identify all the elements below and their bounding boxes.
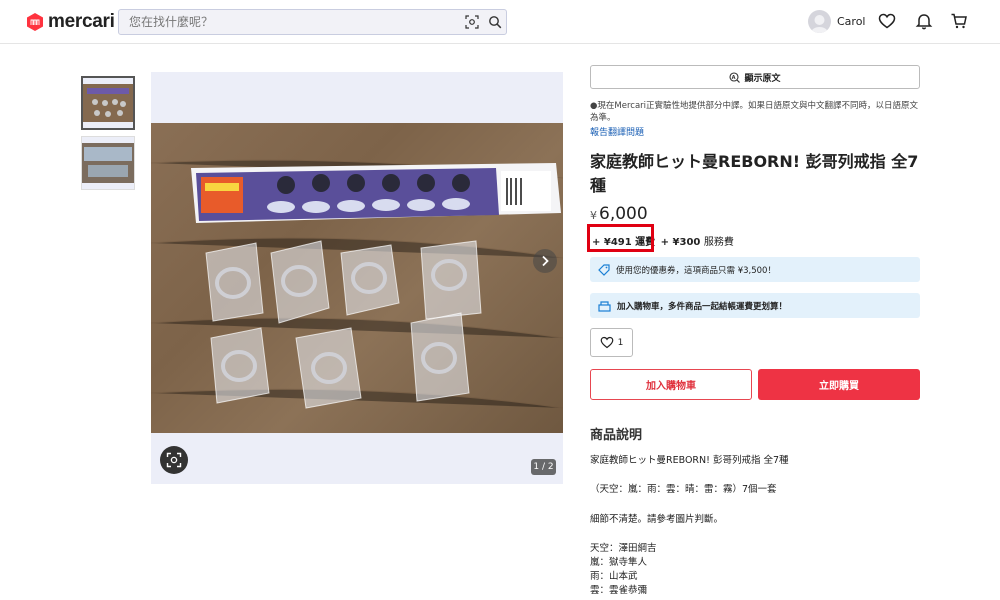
thumbnail-1-image [83,78,133,128]
show-original-button[interactable]: A 顯示原文 [590,65,920,89]
shipping-fee-highlight [587,224,654,252]
avatar [808,10,831,33]
description-line-6: 雨：山本武 [590,571,638,582]
product-photo [151,123,563,433]
report-translation-link[interactable]: 報告翻譯問題 [590,125,644,138]
product-photo-art [151,159,563,409]
user-menu[interactable]: Carol [808,10,866,33]
coupon-text: 使用您的優惠券，這項商品只需 ¥3,500！ [616,265,776,276]
image-lens-button[interactable] [160,446,188,474]
translate-icon: A [729,71,741,83]
main-product-image[interactable] [151,72,563,484]
translation-note: ●現在Mercari正實驗性地提供部分中譯。如果日語原文與中文翻譯不同時，以日語… [590,101,919,123]
search-input[interactable] [129,10,459,34]
bundle-box-icon [598,300,611,312]
search-icon[interactable] [488,15,502,29]
service-fee-label: 服務費 [703,237,734,248]
next-image-button[interactable] [533,249,557,273]
coupon-banner[interactable]: 使用您的優惠券，這項商品只需 ¥3,500！ [590,257,920,282]
description-line-7: 雲：雲雀恭彌 [590,585,648,596]
description-line-1: 家庭教師ヒット曼REBORN! 彭哥列戒指 全7種 [590,455,789,466]
logo-text: mercari [48,11,115,32]
mercari-logo[interactable]: mercari [26,11,115,33]
buy-now-button[interactable]: 立即購買 [758,369,920,400]
bell-icon[interactable] [915,12,933,30]
image-counter: 1 / 2 [531,459,556,475]
thumbnail-2-image [82,137,134,189]
mercari-logo-icon [27,13,43,31]
user-name: Carol [837,15,866,28]
svg-text:A: A [732,75,736,81]
description-line-4: 天空：澤田綱吉 [590,543,657,554]
top-header: mercari Carol [0,0,1000,44]
like-count: 1 [617,337,624,348]
cart-icon[interactable] [950,12,968,30]
heart-outline-icon [600,336,613,349]
description-line-2: （天空：嵐：雨：雲：晴：雷：霧）7個一套 [590,484,777,495]
coupon-tag-icon [598,263,610,276]
image-search-icon[interactable] [465,15,479,29]
price-currency: ¥ [590,209,597,222]
show-original-label: 顯示原文 [744,73,781,84]
description-line-5: 嵐：獄寺隼人 [590,557,648,568]
description-heading: 商品說明 [590,428,643,443]
chevron-right-icon [542,255,549,267]
scan-icon [166,452,182,468]
service-fee-amount: + ¥300 [660,237,701,248]
heart-icon[interactable] [878,12,896,30]
search-bar[interactable] [118,9,507,35]
thumbnail-2[interactable] [81,136,135,190]
product-title: 家庭教師ヒット曼REBORN! 彭哥列戒指 全7種 [590,152,919,195]
price-value: 6,000 [599,204,648,224]
add-to-cart-button[interactable]: 加入購物車 [590,369,752,400]
cart-bundle-banner: 加入購物車，多件商品一起結帳運費更划算！ [590,293,920,318]
thumbnail-1[interactable] [81,76,135,130]
like-button[interactable]: 1 [590,328,633,357]
product-price: ¥6,000 [590,204,648,224]
description-line-3: 細節不清楚。請參考圖片判斷。 [590,514,724,525]
cart-note: 加入購物車，多件商品一起結帳運費更划算！ [617,301,788,312]
avatar-face-icon [811,15,828,33]
